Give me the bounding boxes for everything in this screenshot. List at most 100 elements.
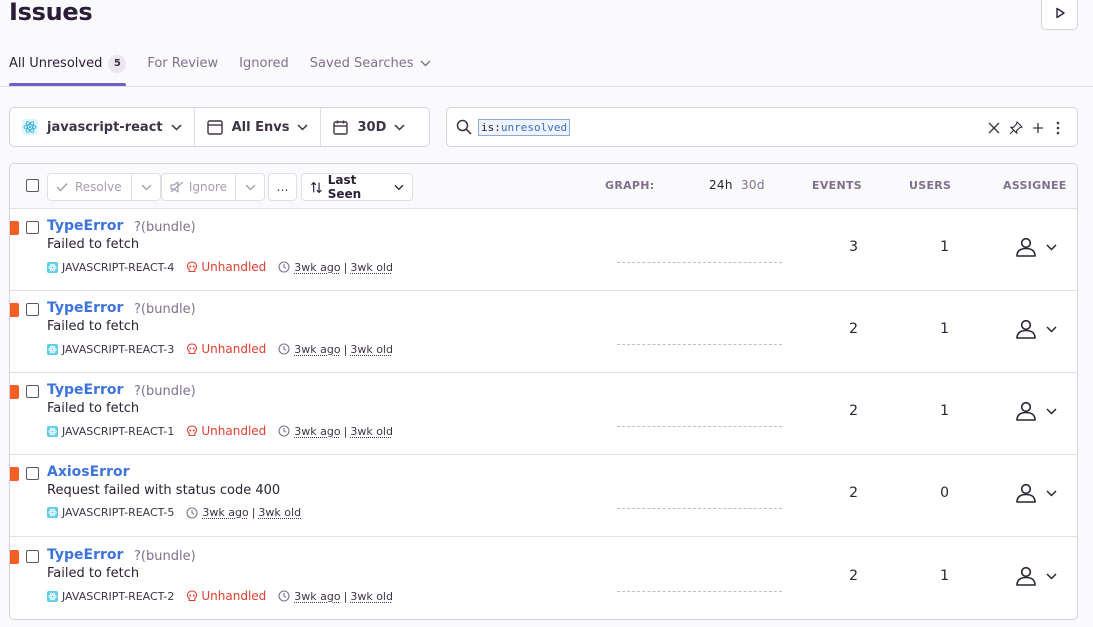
issue-search-input[interactable]: is:unresolved (446, 107, 1078, 147)
issue-title-link[interactable]: AxiosError (47, 464, 130, 480)
time-separator: | (343, 342, 348, 356)
issue-title-link[interactable]: TypeError (47, 547, 123, 563)
search-token-value: unresolved (500, 121, 568, 134)
issue-checkbox[interactable] (26, 385, 39, 398)
react-icon (22, 119, 38, 135)
tab-saved-searches[interactable]: Saved Searches (310, 55, 431, 87)
unhandled-badge: Unhandled (186, 424, 266, 438)
play-button[interactable] (1041, 0, 1078, 30)
issue-checkbox[interactable] (26, 467, 39, 480)
users-column-header: USERS (909, 179, 952, 192)
issue-title-link[interactable]: TypeError (47, 218, 123, 234)
plus-icon[interactable] (1032, 122, 1044, 134)
more-vertical-icon[interactable] (1056, 121, 1060, 135)
issue-checkbox[interactable] (26, 221, 39, 234)
issue-row[interactable]: TypeError ?(bundle) Failed to fetch JAVA… (10, 209, 1077, 291)
pin-icon[interactable] (1009, 121, 1023, 135)
user-icon (1016, 566, 1036, 586)
first-seen[interactable]: 3wk old (350, 425, 393, 438)
more-actions-button[interactable]: … (268, 173, 297, 201)
last-seen[interactable]: 3wk ago (294, 425, 340, 438)
chevron-down-icon (394, 123, 405, 131)
graph-24h-toggle[interactable]: 24h (709, 178, 733, 192)
last-seen[interactable]: 3wk ago (294, 343, 340, 356)
tab-ignored[interactable]: Ignored (239, 55, 289, 87)
time-separator: | (343, 424, 348, 438)
issue-short-id[interactable]: JAVASCRIPT-REACT-5 (62, 506, 174, 519)
last-seen[interactable]: 3wk ago (294, 261, 340, 274)
tab-for-review[interactable]: For Review (147, 55, 218, 87)
issues-table: Resolve Ignore … Last Seen GRAPH: 24h 30… (9, 163, 1078, 620)
issue-short-id[interactable]: JAVASCRIPT-REACT-1 (62, 425, 174, 438)
page-title: Issues (9, 0, 93, 26)
issue-row[interactable]: TypeError ?(bundle) Failed to fetch JAVA… (10, 373, 1077, 455)
skull-icon (187, 343, 198, 355)
issue-message: Failed to fetch (47, 237, 140, 252)
chevron-down-icon (394, 184, 404, 190)
close-icon[interactable] (988, 122, 1000, 134)
users-count: 1 (940, 239, 949, 255)
unhandled-badge: Unhandled (186, 589, 266, 603)
issue-title-link[interactable]: TypeError (47, 382, 123, 398)
chevron-down-icon (1046, 325, 1057, 333)
issue-row[interactable]: AxiosError Request failed with status co… (10, 455, 1077, 537)
issue-culprit: ?(bundle) (134, 302, 196, 317)
clock-icon (278, 261, 290, 273)
issue-checkbox[interactable] (26, 303, 39, 316)
assignee-selector[interactable] (1015, 401, 1057, 421)
first-seen[interactable]: 3wk old (350, 343, 393, 356)
users-count: 0 (940, 485, 949, 501)
issue-message: Failed to fetch (47, 401, 140, 416)
ignore-button[interactable]: Ignore (162, 174, 235, 200)
clock-icon (186, 506, 198, 519)
users-count: 1 (940, 403, 949, 419)
issue-culprit: ?(bundle) (134, 549, 196, 564)
issue-row[interactable]: TypeError ?(bundle) Failed to fetch JAVA… (10, 291, 1077, 373)
chevron-down-icon (1046, 243, 1057, 251)
issue-tabs: All Unresolved 5 For Review Ignored Save… (9, 55, 452, 87)
select-all-checkbox[interactable] (26, 179, 39, 192)
last-seen[interactable]: 3wk ago (202, 506, 248, 519)
error-level-indicator (10, 303, 19, 317)
issue-times: 3wk ago | 3wk old (278, 343, 393, 356)
issue-meta: JAVASCRIPT-REACT-3 Unhandled 3wk ago | 3… (47, 342, 393, 356)
issue-short-id[interactable]: JAVASCRIPT-REACT-2 (62, 590, 174, 603)
resolve-button[interactable]: Resolve (48, 174, 131, 200)
assignee-selector[interactable] (1015, 566, 1057, 586)
users-count: 1 (940, 321, 949, 337)
issue-meta: JAVASCRIPT-REACT-1 Unhandled 3wk ago | 3… (47, 424, 393, 438)
events-column-header: EVENTS (812, 179, 862, 192)
last-seen[interactable]: 3wk ago (294, 590, 340, 603)
issue-checkbox[interactable] (26, 550, 39, 563)
issue-message: Failed to fetch (47, 319, 140, 334)
assignee-selector[interactable] (1015, 237, 1057, 257)
events-count: 2 (849, 321, 858, 337)
assignee-selector[interactable] (1015, 483, 1057, 503)
first-seen[interactable]: 3wk old (350, 261, 393, 274)
tab-label: All Unresolved (9, 56, 103, 71)
skull-icon (187, 425, 198, 437)
resolve-dropdown-button[interactable] (131, 174, 160, 200)
issue-short-id[interactable]: JAVASCRIPT-REACT-4 (62, 261, 174, 274)
issue-title-link[interactable]: TypeError (47, 300, 123, 316)
first-seen[interactable]: 3wk old (258, 506, 301, 519)
project-selector[interactable]: javascript-react (10, 108, 195, 146)
graph-30d-toggle[interactable]: 30d (741, 178, 765, 192)
ignore-dropdown-button[interactable] (235, 174, 264, 200)
mute-icon (170, 181, 184, 193)
issue-short-id[interactable]: JAVASCRIPT-REACT-3 (62, 343, 174, 356)
chevron-down-icon (1046, 572, 1057, 580)
assignee-column-header: ASSIGNEE (1003, 179, 1067, 192)
environment-selector[interactable]: All Envs (195, 108, 322, 146)
first-seen[interactable]: 3wk old (350, 590, 393, 603)
search-token[interactable]: is:unresolved (478, 119, 571, 136)
issue-row[interactable]: TypeError ?(bundle) Failed to fetch JAVA… (10, 538, 1077, 619)
environment-label: All Envs (231, 119, 290, 135)
date-range-label: 30D (357, 119, 387, 135)
date-range-selector[interactable]: 30D (321, 108, 417, 146)
sort-button[interactable]: Last Seen (301, 173, 413, 201)
assignee-selector[interactable] (1015, 319, 1057, 339)
check-icon (56, 183, 68, 192)
issue-culprit: ?(bundle) (134, 220, 196, 235)
tab-all-unresolved[interactable]: All Unresolved 5 (9, 55, 127, 87)
